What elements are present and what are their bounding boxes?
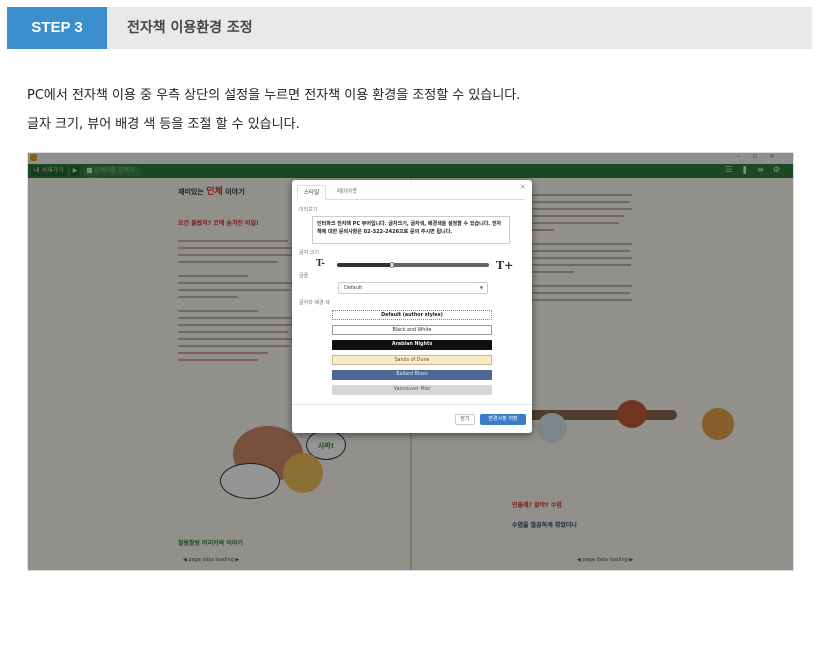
preview-box: 인터파크 전자책 PC 뷰어입니다. 글자크기, 글자색, 배경색을 설정할 수… xyxy=(312,216,510,244)
ebook-viewer-screenshot: –▫× 내 서재가기 ▶ 검색어를 입력하세요 ☰❚≡⚙ 재미있는 인체 이야기… xyxy=(27,152,794,571)
slider-handle[interactable] xyxy=(389,262,394,268)
font-size-slider[interactable] xyxy=(337,262,489,268)
theme-vancouver-mist[interactable]: Vancouver Mist xyxy=(332,385,492,395)
font-label: 글꼴 xyxy=(299,273,309,279)
theme-sands-of-dune[interactable]: Sands of Dune xyxy=(332,355,492,365)
preview-label: 미리보기 xyxy=(299,207,318,213)
tab-layout[interactable]: 레이아웃 xyxy=(331,185,363,200)
theme-ballard-blues[interactable]: Ballard Blues xyxy=(332,370,492,380)
close-button[interactable]: 닫기 xyxy=(455,414,475,425)
theme-default[interactable]: Default (author styles) xyxy=(332,310,492,320)
font-size-label: 글자 크기 xyxy=(299,250,319,256)
chevron-down-icon: ▼ xyxy=(479,285,483,290)
font-size-increase-button[interactable]: T+ xyxy=(496,259,513,272)
tab-style[interactable]: 스타일 xyxy=(297,185,327,200)
step-title: 전자책 이용환경 조정 xyxy=(127,20,253,36)
save-changes-button[interactable]: 변경사항 저장 xyxy=(480,414,526,425)
settings-dialog: × 스타일 레이아웃 미리보기 인터파크 전자책 PC 뷰어입니다. 글자크기,… xyxy=(292,180,532,433)
theme-arabian-nights[interactable]: Arabian Nights xyxy=(332,340,492,350)
theme-black-white[interactable]: Black and White xyxy=(332,325,492,335)
step-badge: STEP 3 xyxy=(7,7,107,49)
theme-label: 글자와 배경 색 xyxy=(299,300,330,306)
font-select[interactable]: Default ▼ xyxy=(338,282,488,294)
font-size-decrease-button[interactable]: T- xyxy=(316,259,325,269)
slider-fill xyxy=(337,263,392,267)
description-line-1: PC에서 전자책 이용 중 우측 상단의 설정을 누르면 전자책 이용 환경을 … xyxy=(27,88,521,103)
description-line-2: 글자 크기, 뷰어 배경 색 등을 조절 할 수 있습니다. xyxy=(27,117,300,132)
dialog-divider xyxy=(292,404,532,405)
settings-tabs: 스타일 레이아웃 xyxy=(297,185,525,200)
step-header: STEP 3 전자책 이용환경 조정 xyxy=(7,7,812,49)
